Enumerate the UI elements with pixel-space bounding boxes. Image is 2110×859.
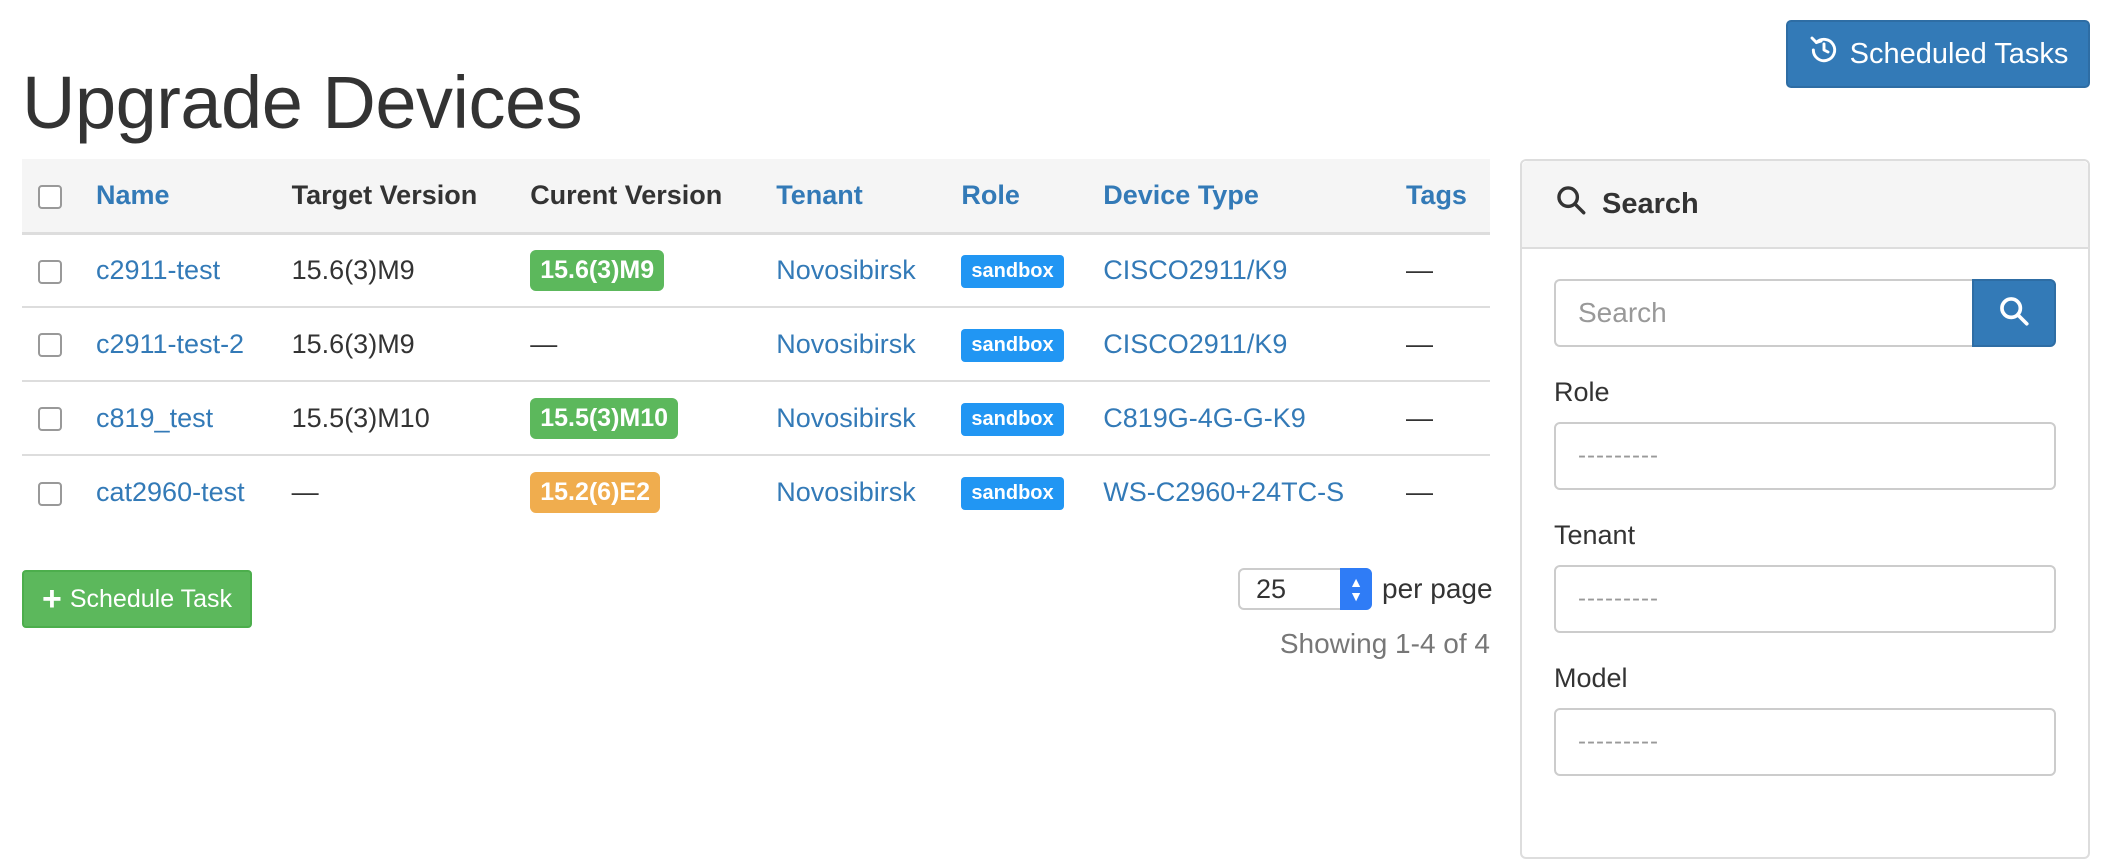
row-checkbox[interactable] — [38, 481, 62, 506]
target-version: — — [291, 477, 319, 507]
chevron-updown-icon: ▲ ▼ — [1340, 568, 1372, 610]
per-page-value: 25 — [1256, 573, 1287, 604]
current-version-badge: 15.6(3)M9 — [530, 249, 665, 291]
search-icon — [1554, 183, 1588, 225]
search-icon — [1997, 294, 2031, 333]
column-role[interactable]: Role — [951, 159, 1094, 235]
select-all-checkbox[interactable] — [38, 184, 62, 209]
device-name-link[interactable]: cat2960-test — [96, 477, 245, 507]
per-page-label: per page — [1382, 573, 1493, 604]
row-checkbox[interactable] — [38, 333, 62, 358]
table-row: c2911-test 15.6(3)M9 15.6(3)M9 Novosibir… — [22, 233, 1490, 308]
tenant-filter-select[interactable]: --------- — [1554, 565, 2056, 633]
role-badge[interactable]: sandbox — [961, 254, 1064, 288]
target-version: 15.6(3)M9 — [281, 307, 521, 382]
tenant-link[interactable]: Novosibirsk — [776, 255, 916, 285]
pagination-summary: Showing 1-4 of 4 — [1279, 628, 1490, 659]
per-page-select[interactable]: 25 ▲ ▼ — [1238, 568, 1372, 610]
schedule-task-label: Schedule Task — [69, 584, 232, 613]
tags-cell: — — [1395, 381, 1490, 456]
device-name-link[interactable]: c2911-test — [96, 255, 220, 285]
table-row: c2911-test-2 15.6(3)M9 — Novosibirsk san… — [22, 307, 1490, 382]
role-filter-label: Role — [1554, 377, 1610, 407]
table-row: c819_test 15.5(3)M10 15.5(3)M10 Novosibi… — [22, 381, 1490, 456]
device-name-link[interactable]: c819_test — [96, 403, 213, 433]
column-current-version: Curent Version — [520, 159, 767, 235]
column-name[interactable]: Name — [86, 159, 282, 235]
search-input[interactable] — [1554, 279, 1972, 347]
current-version-badge: 15.5(3)M10 — [530, 397, 679, 439]
tenant-filter-label: Tenant — [1554, 520, 1636, 550]
devices-table-wrapper: Name Target Version Curent Version Tenan… — [22, 159, 1490, 529]
device-name-link[interactable]: c2911-test-2 — [96, 329, 244, 359]
column-tags[interactable]: Tags — [1395, 159, 1490, 235]
tags-cell: — — [1405, 477, 1433, 507]
row-checkbox[interactable] — [38, 407, 62, 432]
per-page-control: 25 ▲ ▼ per page — [1238, 568, 1493, 610]
devices-table: Name Target Version Curent Version Tenan… — [22, 159, 1490, 529]
scheduled-tasks-button[interactable]: Scheduled Tasks — [1786, 20, 2090, 88]
model-filter-select[interactable]: --------- — [1554, 708, 2056, 776]
role-badge[interactable]: sandbox — [961, 328, 1064, 362]
search-bar — [1554, 279, 2056, 347]
tags-cell: — — [1395, 233, 1490, 308]
tags-cell: — — [1395, 307, 1490, 382]
device-type-link[interactable]: CISCO2911/K9 — [1103, 329, 1287, 359]
row-checkbox[interactable] — [38, 259, 62, 284]
search-panel: Search Role --------- Tenant --------- M… — [1520, 159, 2090, 859]
search-panel-title: Search — [1602, 187, 1699, 220]
schedule-task-button[interactable]: + Schedule Task — [22, 570, 252, 628]
device-type-link[interactable]: C819G-4G-G-K9 — [1103, 403, 1306, 433]
role-filter-select[interactable]: --------- — [1554, 422, 2056, 490]
column-tenant[interactable]: Tenant — [766, 159, 952, 235]
device-type-link[interactable]: WS-C2960+24TC-S — [1103, 477, 1344, 507]
plus-icon: + — [41, 580, 62, 618]
table-header-row: Name Target Version Curent Version Tenan… — [22, 159, 1490, 235]
column-device-type[interactable]: Device Type — [1093, 159, 1396, 235]
role-badge[interactable]: sandbox — [961, 477, 1064, 510]
role-filter-value: --------- — [1578, 442, 1659, 469]
tenant-filter-value: --------- — [1578, 585, 1659, 612]
role-badge[interactable]: sandbox — [961, 402, 1064, 436]
scheduled-tasks-label: Scheduled Tasks — [1849, 37, 2069, 70]
current-version-badge: 15.2(6)E2 — [530, 472, 660, 513]
table-row: cat2960-test — 15.2(6)E2 Novosibirsk san… — [22, 455, 1490, 529]
target-version: 15.5(3)M10 — [281, 381, 521, 456]
device-type-link[interactable]: CISCO2911/K9 — [1103, 255, 1287, 285]
model-filter-label: Model — [1554, 663, 1628, 693]
history-icon — [1808, 34, 1840, 74]
search-button[interactable] — [1972, 279, 2056, 347]
target-version: 15.6(3)M9 — [281, 233, 521, 308]
page-title: Upgrade Devices — [22, 61, 583, 144]
tenant-link[interactable]: Novosibirsk — [776, 329, 916, 359]
current-version-empty: — — [530, 328, 558, 359]
tenant-link[interactable]: Novosibirsk — [776, 403, 916, 433]
column-target-version: Target Version — [281, 159, 521, 235]
search-panel-header: Search — [1522, 161, 2088, 249]
model-filter-value: --------- — [1578, 728, 1659, 755]
tenant-link[interactable]: Novosibirsk — [776, 477, 916, 507]
